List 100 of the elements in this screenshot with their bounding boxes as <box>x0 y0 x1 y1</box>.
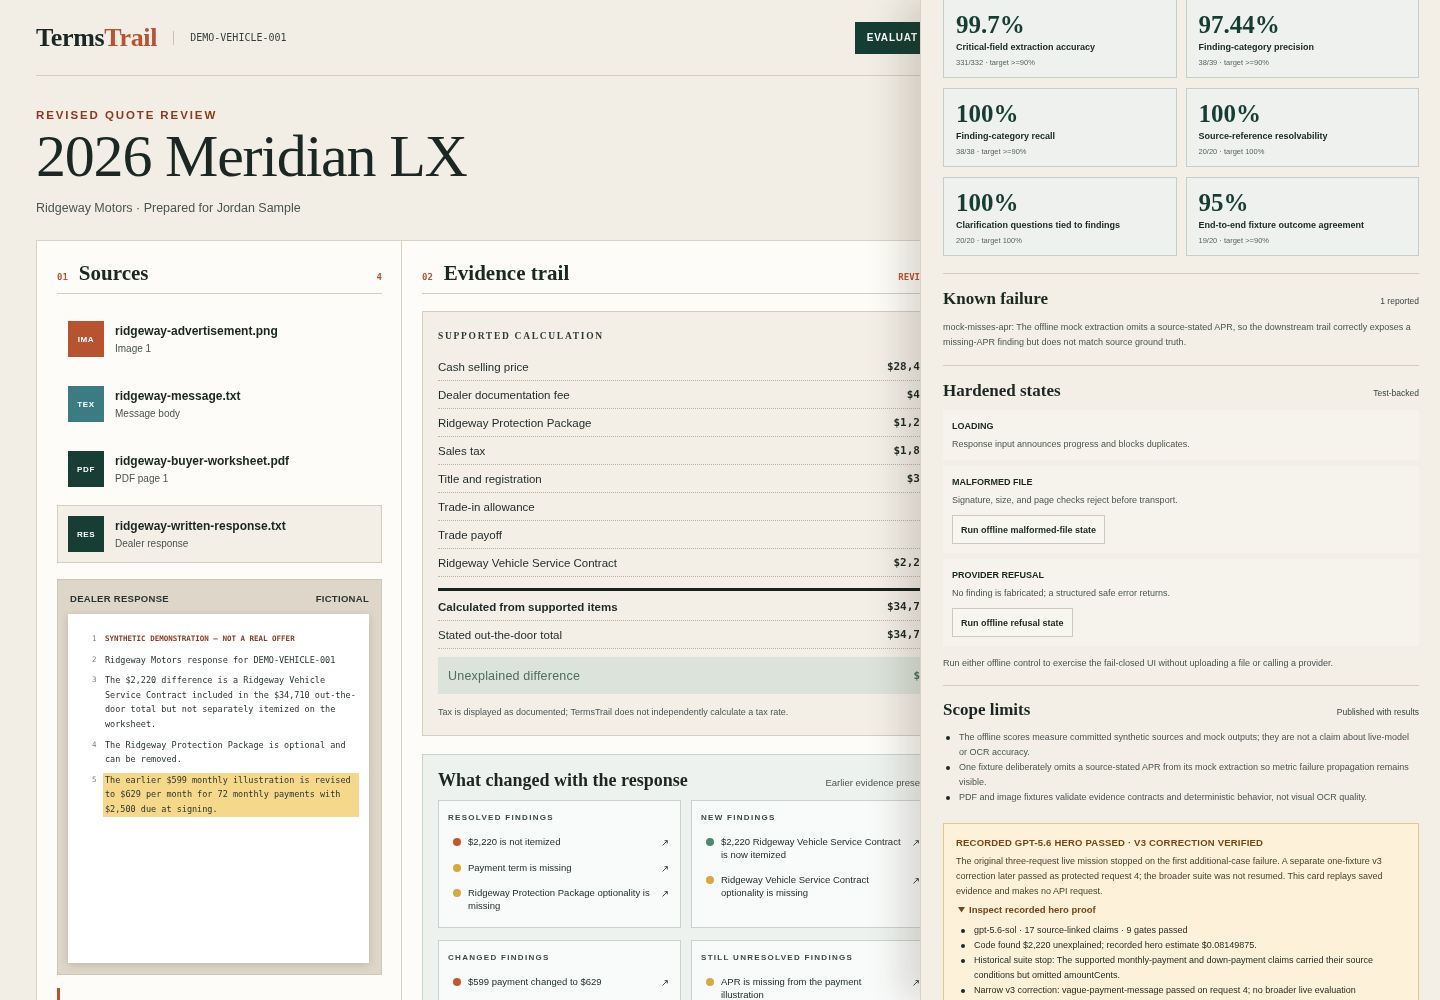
calculation-footnote: Tax is displayed as documented; TermsTrail does not independently calculate a tax rate. <box>438 706 790 718</box>
callout-text: The original three-request live mission stopped on the first additional-case failure. A separate one-fixture v3 correction later passed as protected request 4; the broader suite was not resumed. This card replays saved evidence and makes no API request. <box>956 855 1384 898</box>
metric-label: Clarification questions tied to findings <box>956 219 1121 231</box>
section-heading: Scope limits <box>943 699 1031 721</box>
proof-item-text: Historical suite stop: The supported monthly-payment and down-payment claims carried their source conditions but omitted amountCents. <box>974 954 1375 982</box>
page-title: 2026 Meridian LX <box>36 126 468 186</box>
source-item[interactable]: RES ridgeway-written-response.txt Dealer response <box>57 505 382 563</box>
state-title: MALFORMED FILE <box>952 476 1034 488</box>
callout-title: RECORDED GPT-5.6 HERO PASSED · V3 CORRECTION VERIFIED <box>956 836 1265 850</box>
eyebrow-label: REVISED QUOTE REVIEW <box>36 108 219 122</box>
state-description: No finding is fabricated; a structured safe error returns. <box>952 587 1172 600</box>
total-label: Calculated from supported items <box>438 600 618 613</box>
source-item[interactable]: TEX ridgeway-message.txt Message body <box>57 375 382 433</box>
line-item-label: Cash selling price <box>438 360 529 373</box>
file-type-badge: RES <box>68 516 104 552</box>
bullet-icon <box>961 929 965 933</box>
source-item[interactable]: PDF ridgeway-buyer-worksheet.pdf PDF page 1 <box>57 440 382 498</box>
finding-text: $2,220 is not itemized <box>468 836 562 849</box>
line-item-value: $28,4 <box>886 360 920 373</box>
metric-value: 100% <box>1198 101 1262 127</box>
line-item-label: Trade payoff <box>438 528 502 541</box>
changes-heading: What changed with the response <box>438 769 688 791</box>
line-item-label: Ridgeway Vehicle Service Contract <box>438 556 617 569</box>
findings-heading: NEW FINDINGS <box>701 812 777 824</box>
fictional-tag: FICTIONAL <box>315 592 369 604</box>
findings-heading: STILL UNRESOLVED FINDINGS <box>701 952 855 964</box>
document-line: The $2,220 difference is a Ridgeway Vehicle Service Contract included in the $34,710 out-the-door total but not separately itemized on the worksheet. <box>105 674 357 731</box>
state-description: Signature, size, and page checks reject before transport. <box>952 494 1179 507</box>
metric-label: Finding-category precision <box>1198 41 1315 53</box>
metric-value: 97.44% <box>1198 12 1281 38</box>
vehicle-id: DEMO-VEHICLE-001 <box>190 32 287 43</box>
page-subtitle: Ridgeway Motors · Prepared for Jordan Sample <box>36 200 302 216</box>
section-heading: Hardened states <box>943 380 1061 402</box>
arrow-up-right-icon[interactable] <box>662 980 668 986</box>
state-title: PROVIDER REFUSAL <box>952 569 1045 581</box>
findings-heading: CHANGED FINDINGS <box>448 952 551 964</box>
document-line: Ridgeway Motors response for DEMO-VEHICLE-001 <box>105 653 336 667</box>
file-detail: Dealer response <box>115 536 190 550</box>
line-item-value: $2,2 <box>893 556 920 569</box>
total-label: Stated out-the-door total <box>438 628 563 641</box>
line-item-label: Title and registration <box>438 472 542 485</box>
scope-item-text: The offline scores measure committed synthetic sources and mock outputs; they are not a claim about live-model or OCR accuracy. <box>959 731 1411 759</box>
source-count: 4 <box>376 272 382 282</box>
proof-item-text: Code found $2,220 unexplained; recorded hero estimate $0.08149875. <box>974 939 1257 952</box>
file-name: ridgeway-buyer-worksheet.pdf <box>115 453 290 469</box>
run-state-button[interactable]: Run offline malformed-file state <box>952 515 1105 544</box>
difference-label: Unexplained difference <box>448 668 581 683</box>
bullet-icon <box>961 959 965 963</box>
disclosure-toggle[interactable]: Inspect recorded hero proof <box>956 902 1098 916</box>
difference-value: $ <box>913 669 920 682</box>
arrow-up-right-icon[interactable] <box>662 891 668 897</box>
metric-label: Critical-field extraction accuracy <box>956 41 1097 53</box>
line-item-value: $4 <box>906 388 920 401</box>
file-detail: Message body <box>115 406 182 420</box>
metric-label: Source-reference resolvability <box>1198 130 1329 142</box>
arrow-up-right-icon[interactable] <box>662 840 668 846</box>
line-item-label: Dealer documentation fee <box>438 388 570 401</box>
finding-text: $2,220 Ridgeway Vehicle Service Contract is now itemized <box>721 836 902 861</box>
caret-icon <box>958 905 965 913</box>
run-state-button[interactable]: Run offline refusal state <box>952 608 1073 637</box>
metric-value: 100% <box>956 190 1020 216</box>
failure-description: mock-misses-apr: The offline mock extraction omits a source-stated APR, so the downstream trail correctly exposes a missing-APR finding but does not match source ground truth. <box>943 321 1412 349</box>
section-title: Sources <box>78 260 149 286</box>
file-detail: PDF page 1 <box>115 471 170 485</box>
metric-value: 100% <box>956 101 1020 127</box>
scope-item-text: One fixture deliberately omits a source-stated APR from its mock extraction so metric failure propagation remains visible. <box>959 761 1410 789</box>
bullet-icon <box>961 944 965 948</box>
file-type-badge: TEX <box>68 386 104 422</box>
finding-text: Payment term is missing <box>468 861 573 874</box>
source-item[interactable]: IMA ridgeway-advertisement.png Image 1 <box>57 310 382 368</box>
total-value: $34,7 <box>886 628 920 641</box>
finding-text: Ridgeway Protection Package optionality is missing <box>468 887 651 912</box>
action-button[interactable]: EVALUAT <box>854 21 920 54</box>
section-title: Evidence trail <box>443 260 570 286</box>
metric-label: End-to-end fixture outcome agreement <box>1198 219 1365 231</box>
total-value: $34,7 <box>886 600 920 613</box>
line-item-value: $3 <box>906 472 920 485</box>
file-name: ridgeway-advertisement.png <box>115 323 278 339</box>
bullet-icon <box>946 736 950 740</box>
metric-label: Finding-category recall <box>956 130 1057 142</box>
section-meta: 1 reported <box>1380 296 1419 306</box>
help-text: Run either offline control to exercise the fail-closed UI without uploading a file or calling a provider. <box>943 657 1335 670</box>
file-name: ridgeway-message.txt <box>115 388 241 404</box>
finding-text: APR is missing from the payment illustration <box>721 976 863 1000</box>
section-heading: Known failure <box>943 288 1048 310</box>
file-type-badge: PDF <box>68 451 104 487</box>
line-item-label: Ridgeway Protection Package <box>438 416 592 429</box>
bullet-icon <box>946 796 950 800</box>
line-item-label: Sales tax <box>438 444 486 457</box>
file-detail: Image 1 <box>115 341 153 355</box>
arrow-up-right-icon[interactable] <box>662 865 668 872</box>
arrow-up-right-icon[interactable] <box>913 840 919 846</box>
arrow-up-right-icon[interactable] <box>913 878 919 884</box>
file-type-badge: IMA <box>68 321 104 357</box>
changes-note: Earlier evidence prese <box>825 777 920 788</box>
bullet-icon <box>961 989 965 993</box>
bullet-icon <box>946 766 950 770</box>
section-number: 02 <box>422 272 433 282</box>
arrow-up-right-icon[interactable] <box>913 980 919 986</box>
finding-text: $599 payment changed to $629 <box>468 976 603 989</box>
